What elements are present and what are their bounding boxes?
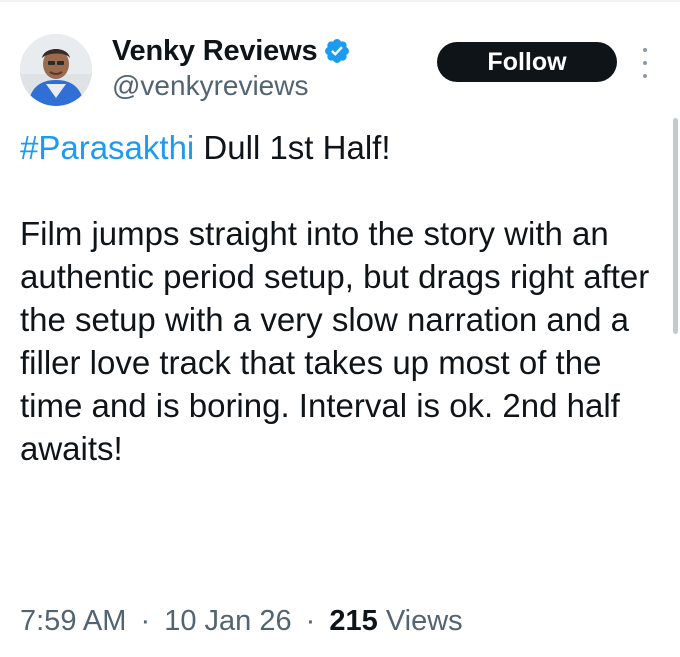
- tweet-card: Venky Reviews @venkyreviews Follow #Para…: [0, 0, 680, 657]
- tweet-headline: #Parasakthi Dull 1st Half!: [20, 126, 660, 169]
- follow-button[interactable]: Follow: [437, 42, 617, 82]
- avatar[interactable]: [20, 34, 92, 106]
- tweet-body-paragraph: Film jumps straight into the story with …: [20, 215, 650, 467]
- more-vertical-icon[interactable]: [640, 48, 650, 78]
- user-block: Venky Reviews @venkyreviews: [112, 34, 351, 102]
- scrollbar[interactable]: [673, 118, 678, 334]
- dot: [643, 61, 647, 65]
- top-divider: [0, 0, 680, 2]
- tweet-time[interactable]: 7:59 AM: [20, 605, 126, 637]
- meta-separator: ·: [305, 605, 316, 637]
- tweet-header: Venky Reviews @venkyreviews Follow: [20, 34, 660, 114]
- hashtag-link[interactable]: #Parasakthi: [20, 129, 194, 166]
- headline-text: Dull 1st Half!: [194, 129, 391, 166]
- views-count[interactable]: 215: [329, 605, 377, 637]
- meta-separator: ·: [140, 605, 151, 637]
- tweet-text: #Parasakthi Dull 1st Half! Film jumps st…: [20, 126, 660, 470]
- avatar-image: [20, 34, 92, 106]
- tweet-date[interactable]: 10 Jan 26: [164, 605, 291, 637]
- user-handle[interactable]: @venkyreviews: [112, 70, 351, 102]
- display-name-row: Venky Reviews: [112, 34, 351, 68]
- tweet-meta: 7:59 AM · 10 Jan 26 · 215 Views: [20, 605, 463, 638]
- display-name[interactable]: Venky Reviews: [112, 35, 318, 68]
- dot: [643, 48, 647, 52]
- views-label: Views: [385, 605, 463, 637]
- dot: [643, 74, 647, 78]
- verified-badge-icon[interactable]: [323, 37, 351, 65]
